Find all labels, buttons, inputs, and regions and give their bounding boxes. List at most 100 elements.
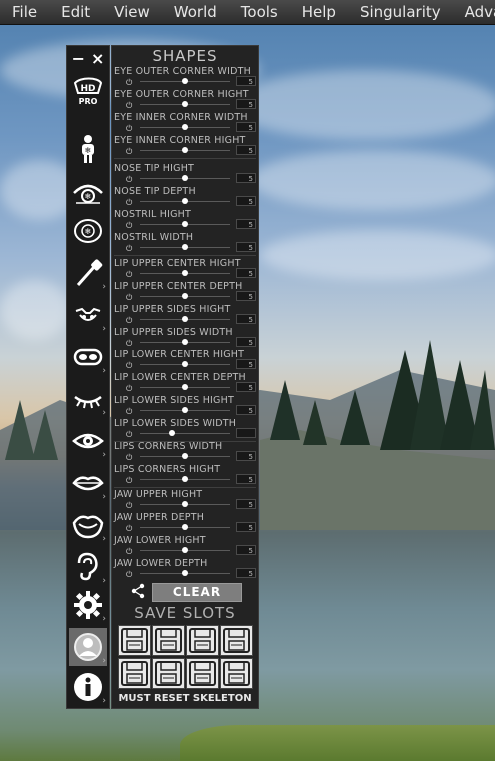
mask-icon[interactable]: ›: [69, 338, 107, 376]
save-slot-button[interactable]: [118, 658, 151, 689]
menu-view[interactable]: View: [102, 3, 162, 21]
slider-track[interactable]: [140, 433, 230, 434]
save-slot-button[interactable]: [186, 658, 219, 689]
info-icon[interactable]: ›: [69, 668, 107, 706]
power-icon[interactable]: ⏻: [126, 524, 132, 534]
power-icon[interactable]: ⏻: [126, 407, 132, 417]
slider-knob[interactable]: [182, 198, 188, 204]
minimize-button[interactable]: −: [72, 49, 85, 68]
power-icon[interactable]: ⏻: [126, 101, 132, 111]
power-icon[interactable]: ⏻: [126, 570, 132, 580]
hd-pro-logo-icon[interactable]: HD PRO: [69, 72, 107, 110]
slider-value-field[interactable]: 5: [236, 219, 256, 229]
power-icon[interactable]: ⏻: [126, 430, 132, 440]
slider-knob[interactable]: [182, 175, 188, 181]
menu-singularity[interactable]: Singularity: [348, 3, 453, 21]
slider-knob[interactable]: [182, 524, 188, 530]
slider-value-field[interactable]: 5: [236, 291, 256, 301]
power-icon[interactable]: ⏻: [126, 175, 132, 185]
slider-value-field[interactable]: 5: [236, 545, 256, 555]
slider-knob[interactable]: [182, 221, 188, 227]
slider-value-field[interactable]: 5: [236, 268, 256, 278]
gear-icon[interactable]: ›: [69, 586, 107, 624]
power-icon[interactable]: ⏻: [126, 476, 132, 486]
power-icon[interactable]: ⏻: [126, 339, 132, 349]
power-icon[interactable]: ⏻: [126, 501, 132, 511]
slider-value-field[interactable]: 5: [236, 522, 256, 532]
slider-value-field[interactable]: 5: [236, 337, 256, 347]
slider-value-field[interactable]: 5: [236, 196, 256, 206]
save-slot-button[interactable]: [186, 625, 219, 656]
power-icon[interactable]: ⏻: [126, 316, 132, 326]
slider-knob[interactable]: [182, 244, 188, 250]
ear-icon[interactable]: ›: [69, 548, 107, 586]
menu-world[interactable]: World: [162, 3, 229, 21]
slider-value-field[interactable]: 5: [236, 474, 256, 484]
power-icon[interactable]: ⏻: [126, 78, 132, 88]
slider-knob[interactable]: [168, 430, 175, 436]
slider-value-field[interactable]: [236, 428, 256, 438]
slider-knob[interactable]: [182, 124, 188, 130]
slider-value-field[interactable]: 5: [236, 122, 256, 132]
slider-value-field[interactable]: 5: [236, 145, 256, 155]
save-slot-button[interactable]: [220, 625, 253, 656]
power-icon[interactable]: ⏻: [126, 221, 132, 231]
power-icon[interactable]: ⏻: [126, 244, 132, 254]
save-slot-button[interactable]: [152, 625, 185, 656]
eye-icon[interactable]: ›: [69, 422, 107, 460]
power-icon[interactable]: ⏻: [126, 293, 132, 303]
avatar-icon[interactable]: ›: [69, 628, 107, 666]
nose-icon[interactable]: ›: [69, 296, 107, 334]
eyedropper-icon[interactable]: ›: [69, 254, 107, 292]
body-icon[interactable]: ❄: [69, 130, 107, 168]
slider-knob[interactable]: [182, 407, 188, 413]
slider-value-field[interactable]: 5: [236, 99, 256, 109]
slider-value-field[interactable]: 5: [236, 451, 256, 461]
mouth-detail-icon[interactable]: ❄: [69, 212, 107, 250]
slider-knob[interactable]: [182, 339, 188, 345]
power-icon[interactable]: ⏻: [126, 547, 132, 557]
eye-detail-icon[interactable]: ❄: [69, 174, 107, 212]
slider-value-field[interactable]: 5: [236, 314, 256, 324]
power-icon[interactable]: ⏻: [126, 270, 132, 280]
power-icon[interactable]: ⏻: [126, 361, 132, 371]
menu-edit[interactable]: Edit: [49, 3, 102, 21]
slider-value-field[interactable]: 5: [236, 405, 256, 415]
slider-value-field[interactable]: 5: [236, 76, 256, 86]
slider-knob[interactable]: [182, 147, 188, 153]
save-slot-button[interactable]: [118, 625, 151, 656]
slider-value-field[interactable]: 5: [236, 359, 256, 369]
power-icon[interactable]: ⏻: [126, 453, 132, 463]
close-button[interactable]: ×: [91, 49, 104, 68]
slider-knob[interactable]: [182, 361, 188, 367]
slider-knob[interactable]: [182, 570, 188, 576]
clear-button[interactable]: CLEAR: [152, 583, 242, 602]
share-icon[interactable]: [130, 583, 146, 599]
power-icon[interactable]: ⏻: [126, 124, 132, 134]
power-icon[interactable]: ⏻: [126, 384, 132, 394]
power-icon[interactable]: ⏻: [126, 198, 132, 208]
slider-value-field[interactable]: 5: [236, 382, 256, 392]
slider-knob[interactable]: [182, 270, 188, 276]
slider-knob[interactable]: [182, 316, 188, 322]
slider-knob[interactable]: [182, 501, 188, 507]
slider-knob[interactable]: [182, 384, 188, 390]
slider-knob[interactable]: [182, 78, 188, 84]
save-slot-button[interactable]: [152, 658, 185, 689]
open-mouth-icon[interactable]: ›: [69, 506, 107, 544]
menu-file[interactable]: File: [0, 3, 49, 21]
slider-value-field[interactable]: 5: [236, 242, 256, 252]
menu-help[interactable]: Help: [290, 3, 348, 21]
save-slot-button[interactable]: [220, 658, 253, 689]
slider-value-field[interactable]: 5: [236, 568, 256, 578]
slider-knob[interactable]: [182, 293, 188, 299]
lips-icon[interactable]: ›: [69, 464, 107, 502]
menu-advanced[interactable]: Advar: [453, 3, 495, 21]
slider-knob[interactable]: [182, 453, 188, 459]
menu-tools[interactable]: Tools: [229, 3, 290, 21]
slider-knob[interactable]: [182, 476, 188, 482]
power-icon[interactable]: ⏻: [126, 147, 132, 157]
slider-value-field[interactable]: 5: [236, 499, 256, 509]
slider-value-field[interactable]: 5: [236, 173, 256, 183]
eyelash-icon[interactable]: ›: [69, 380, 107, 418]
